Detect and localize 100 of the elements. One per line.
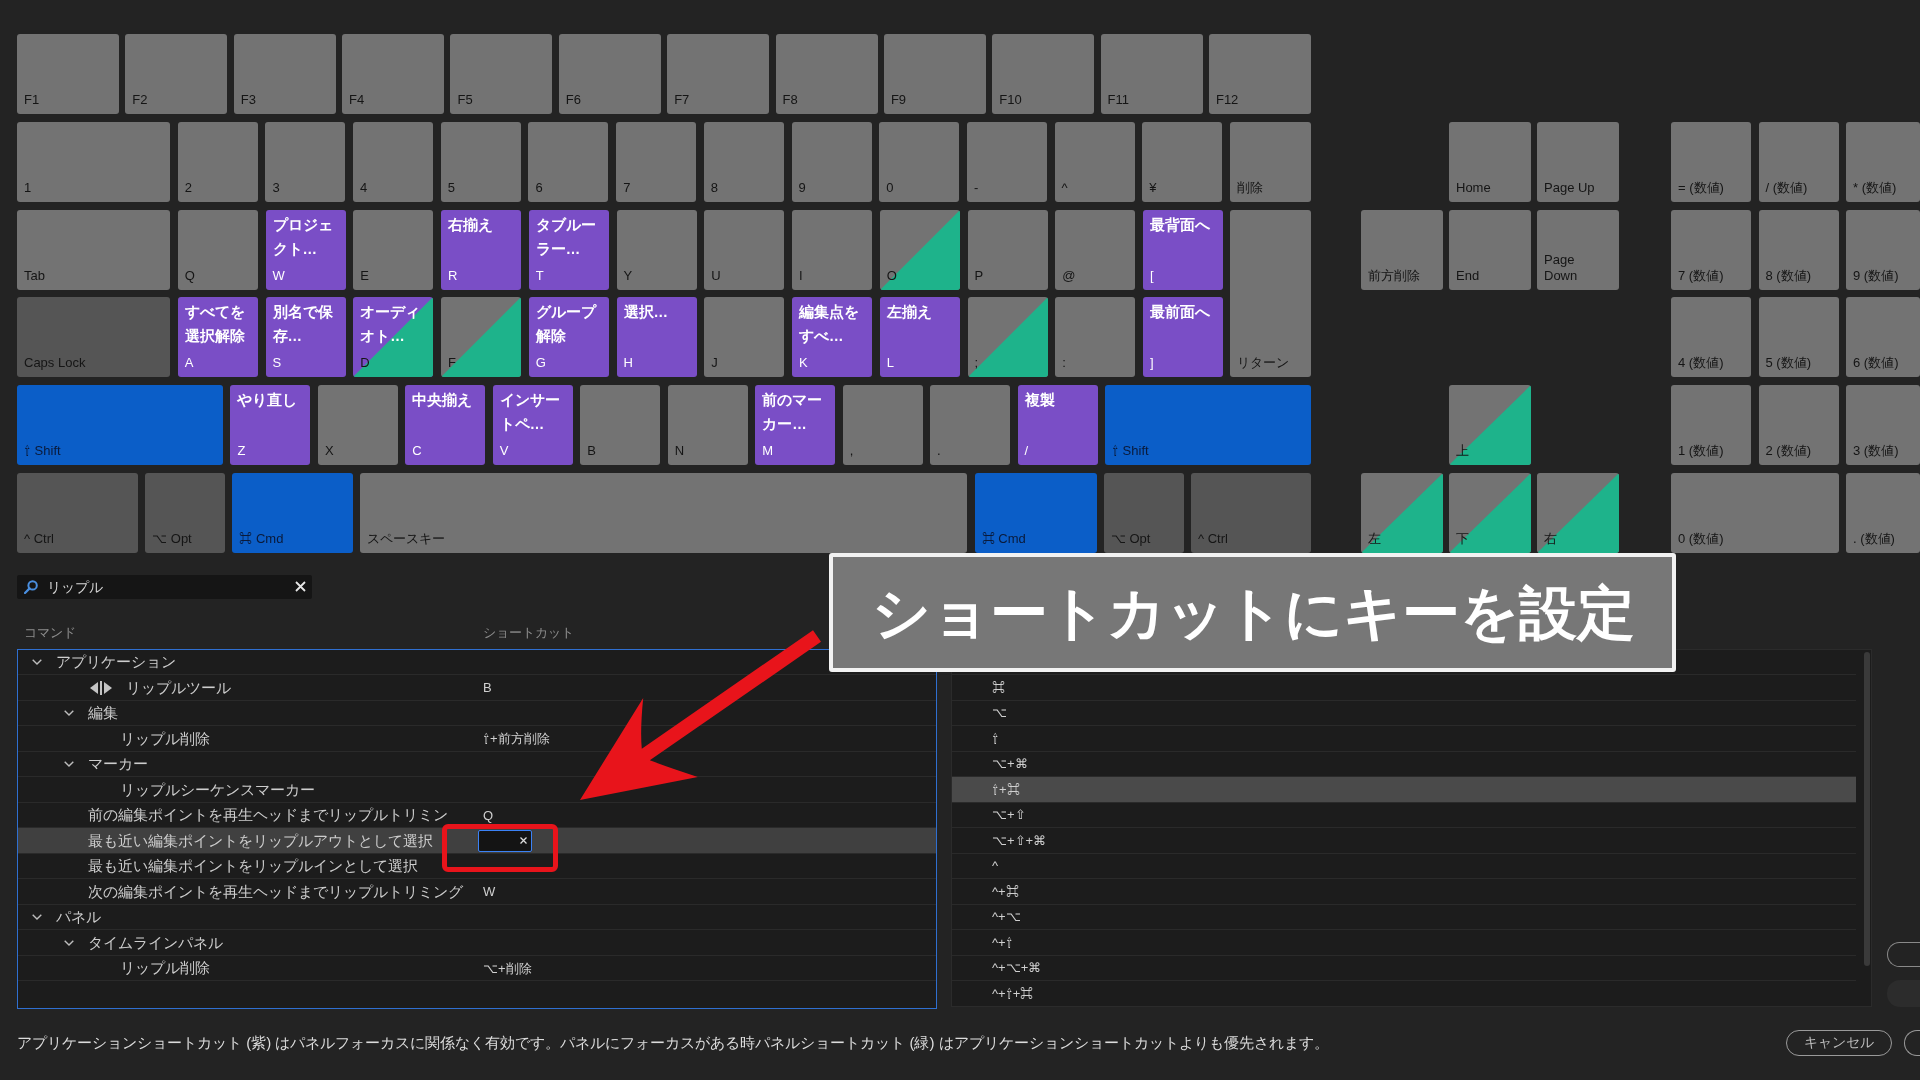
keyboard-key[interactable]: ⌥ Opt — [1103, 472, 1184, 553]
keyboard-key[interactable]: J — [704, 297, 785, 378]
keyboard-key[interactable]: ; — [967, 297, 1048, 378]
keyboard-key[interactable]: Home — [1449, 121, 1531, 202]
keyboard-key[interactable]: スペースキー — [360, 472, 968, 553]
chevron-down-icon[interactable] — [64, 939, 74, 946]
keyboard-key[interactable]: B — [580, 385, 661, 465]
keyboard-key[interactable]: Page Down — [1537, 209, 1619, 290]
keyboard-key[interactable]: 4 (数値) — [1671, 297, 1751, 378]
keyboard-key[interactable]: / (数値) — [1758, 121, 1839, 202]
clear-icon[interactable] — [520, 837, 527, 844]
modifier-row[interactable]: ⌥ — [952, 700, 1856, 727]
keyboard-key[interactable]: 4 — [353, 121, 434, 202]
keyboard-key[interactable]: 1 — [17, 121, 170, 202]
keyboard-key[interactable]: Tab — [17, 209, 170, 290]
keyboard-key[interactable]: 削除 — [1229, 121, 1311, 202]
keyboard-key[interactable]: 1 (数値) — [1671, 385, 1751, 465]
keyboard-key[interactable]: 5 — [440, 121, 521, 202]
keyboard-key[interactable]: F8 — [775, 34, 878, 114]
keyboard-key[interactable]: インサートペ… V — [492, 385, 573, 465]
keyboard-key[interactable]: 最前面へ ] — [1143, 297, 1223, 378]
modifier-row[interactable]: ⇧ — [952, 726, 1856, 752]
keyboard-key[interactable]: 9 (数値) — [1846, 209, 1920, 290]
keyboard-key[interactable]: X — [317, 385, 398, 465]
command-row[interactable]: 次の編集ポイントを再生ヘッドまでリップルトリミング W — [18, 879, 936, 905]
keyboard-key[interactable]: F10 — [992, 34, 1095, 114]
keyboard-key[interactable]: ⇧ Shift — [17, 385, 223, 465]
chevron-down-icon[interactable] — [64, 710, 74, 716]
modifier-row[interactable]: ^+⇧+⌘ — [952, 981, 1856, 1006]
keyboard-key[interactable]: - — [966, 121, 1047, 202]
keyboard-key[interactable]: プロジェクト… W — [265, 209, 346, 290]
keyboard-key[interactable]: ⌘ Cmd — [974, 472, 1097, 553]
keyboard-key[interactable]: 7 — [616, 121, 697, 202]
keyboard-key[interactable]: F11 — [1100, 34, 1203, 114]
keyboard-key[interactable]: ⌥ Opt — [145, 472, 226, 553]
keyboard-key[interactable]: N — [667, 385, 748, 465]
keyboard-key[interactable]: 選択… H — [616, 297, 697, 378]
keyboard-key[interactable]: タブルーラー… T — [528, 209, 609, 290]
keyboard-key[interactable]: P — [967, 209, 1048, 290]
modifier-row[interactable]: ⌥+⇧+⌘ — [952, 828, 1856, 854]
keyboard-key[interactable]: F7 — [667, 34, 770, 114]
keyboard-key[interactable]: リターン — [1230, 209, 1311, 378]
keyboard-key[interactable]: F9 — [883, 34, 986, 114]
command-row[interactable]: 最も近い編集ポイントをリップルアウトとして選択 — [18, 828, 936, 854]
shortcut-input-field[interactable] — [478, 829, 532, 852]
keyboard-key[interactable]: F4 — [342, 34, 445, 114]
keyboard-key[interactable]: O — [879, 209, 960, 290]
keyboard-key[interactable]: 複製 / — [1017, 385, 1098, 465]
keyboard-key[interactable]: @ — [1055, 209, 1136, 290]
chevron-down-icon[interactable] — [32, 914, 42, 920]
keyboard-key[interactable]: F1 — [17, 34, 119, 114]
keyboard-key[interactable]: F6 — [558, 34, 661, 114]
chevron-down-icon[interactable] — [64, 761, 74, 767]
keyboard-key[interactable]: Caps Lock — [17, 297, 170, 378]
command-row[interactable]: リップル削除 ⌥+削除 — [18, 955, 936, 982]
modifier-row[interactable]: ^+⌘ — [952, 879, 1856, 905]
keyboard-key[interactable]: I — [792, 209, 872, 290]
keyboard-key[interactable]: 7 (数値) — [1671, 209, 1751, 290]
keyboard-key[interactable]: やり直し Z — [230, 385, 311, 465]
keyboard-key[interactable]: , — [842, 385, 923, 465]
modifier-row[interactable]: ^+⌥ — [952, 904, 1856, 931]
keyboard-key[interactable]: 最背面へ [ — [1143, 209, 1223, 290]
keyboard-key[interactable]: U — [704, 209, 785, 290]
modifier-row[interactable]: ^+⇧ — [952, 930, 1856, 956]
keyboard-key[interactable]: 2 — [177, 121, 258, 202]
keyboard-key[interactable]: ^ Ctrl — [17, 472, 138, 553]
keyboard-key[interactable]: E — [353, 209, 434, 290]
keyboard-key[interactable]: 0 (数値) — [1671, 472, 1839, 553]
keyboard-key[interactable]: 左揃え L — [879, 297, 960, 378]
keyboard-key[interactable]: 中央揃え C — [405, 385, 486, 465]
keyboard-key[interactable]: 6 (数値) — [1846, 297, 1920, 378]
keyboard-key[interactable]: F12 — [1208, 34, 1311, 114]
keyboard-key[interactable]: . — [930, 385, 1011, 465]
keyboard-key[interactable]: 別名で保存… S — [265, 297, 346, 378]
command-row[interactable]: タイムラインパネル — [18, 930, 936, 956]
keyboard-key[interactable]: 3 (数値) — [1846, 385, 1920, 465]
keyboard-key[interactable]: F5 — [450, 34, 553, 114]
keyboard-key[interactable]: 前方削除 — [1361, 209, 1443, 290]
keyboard-key[interactable]: = (数値) — [1671, 121, 1751, 202]
modifier-row[interactable]: ⌘ — [952, 675, 1856, 701]
modifier-row[interactable]: ^+⌥+⌘ — [952, 955, 1856, 982]
keyboard-key[interactable]: ⇧ Shift — [1105, 385, 1311, 465]
keyboard-key[interactable]: グループ解除 G — [528, 297, 609, 378]
keyboard-key[interactable]: . (数値) — [1846, 472, 1920, 553]
keyboard-key[interactable]: F — [441, 297, 521, 378]
keyboard-key[interactable]: 前のマーカー… M — [755, 385, 836, 465]
command-row[interactable]: 最も近い編集ポイントをリップルインとして選択 — [18, 853, 936, 880]
keyboard-key[interactable]: Page Up — [1537, 121, 1619, 202]
keyboard-key[interactable]: 0 — [879, 121, 960, 202]
keyboard-key[interactable]: Q — [177, 209, 258, 290]
keyboard-key[interactable]: 3 — [265, 121, 346, 202]
keyboard-key[interactable]: ^ — [1054, 121, 1135, 202]
keyboard-key[interactable]: 8 (数値) — [1758, 209, 1839, 290]
keyboard-key[interactable]: * (数値) — [1846, 121, 1920, 202]
scrollbar[interactable] — [1864, 651, 1870, 966]
clear-icon[interactable] — [295, 581, 306, 593]
keyboard-key[interactable]: F3 — [233, 34, 336, 114]
chevron-down-icon[interactable] — [32, 659, 42, 665]
keyboard-key[interactable]: 9 — [791, 121, 872, 202]
keyboard-key[interactable]: 右揃え R — [441, 209, 521, 290]
